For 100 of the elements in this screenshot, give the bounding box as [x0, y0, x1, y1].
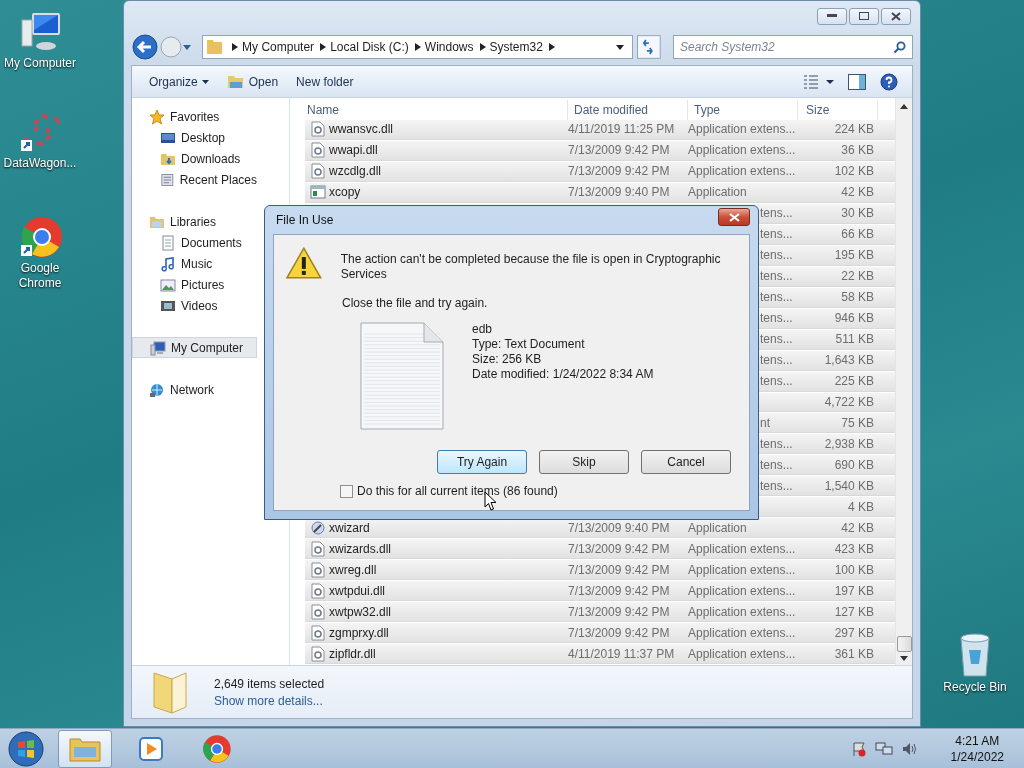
- file-row[interactable]: wwapi.dll 7/13/2009 9:42 PM Application extens... 36 KB: [305, 140, 895, 161]
- chevron-icon[interactable]: [232, 43, 239, 51]
- file-row[interactable]: wzcdlg.dll 7/13/2009 9:42 PM Application extens... 102 KB: [305, 161, 895, 182]
- breadcrumb[interactable]: Local Disk (C:): [326, 40, 415, 54]
- minimize-button[interactable]: [817, 7, 847, 25]
- start-button[interactable]: [6, 729, 46, 768]
- column-header[interactable]: Size: [798, 100, 878, 120]
- file-row[interactable]: xwreg.dll 7/13/2009 9:42 PM Application extens... 100 KB: [305, 560, 895, 581]
- maximize-icon: [859, 12, 869, 20]
- nav-item[interactable]: My Computer: [132, 337, 257, 358]
- size-cell-text: 100 KB: [833, 562, 875, 577]
- preview-pane-icon[interactable]: [848, 73, 866, 90]
- type-cell-text: Application extens...: [688, 122, 797, 137]
- nav-item[interactable]: Network: [132, 379, 257, 400]
- date-cell-text: 7/13/2009 9:42 PM: [568, 562, 671, 577]
- caret-icon[interactable]: [616, 44, 625, 50]
- media-player-icon: [137, 734, 165, 763]
- back-button[interactable]: [131, 33, 159, 61]
- document-icon: [160, 234, 176, 251]
- toolbar-button[interactable]: Open: [219, 69, 286, 94]
- type-cell-text: Application extens...: [688, 164, 797, 179]
- size-cell-text: 423 KB: [833, 541, 875, 556]
- chevron-icon[interactable]: [414, 43, 421, 51]
- clock-time[interactable]: 4:21 AM: [955, 732, 1000, 749]
- dialog-button[interactable]: Skip: [539, 450, 629, 474]
- file-row[interactable]: xwtpdui.dll 7/13/2009 9:42 PM Application extens... 197 KB: [305, 581, 895, 602]
- desktop-icon-label[interactable]: My Computer: [4, 56, 76, 71]
- nav-item[interactable]: Videos: [132, 295, 257, 316]
- scrollbar[interactable]: [895, 98, 912, 665]
- type-cell-text: Application extens...: [688, 562, 797, 577]
- file-name: wwansvc.dll: [329, 122, 394, 137]
- file-row[interactable]: zgmprxy.dll 7/13/2009 9:42 PM Application extens... 297 KB: [305, 623, 895, 644]
- text-document-icon: [360, 322, 444, 430]
- nav-item[interactable]: Pictures: [132, 274, 257, 295]
- flag-icon[interactable]: [850, 740, 867, 757]
- size-cell-text: 225 KB: [833, 374, 875, 388]
- close-button[interactable]: [881, 7, 911, 25]
- chevron-icon[interactable]: [548, 43, 555, 51]
- toolbar-button[interactable]: Organize: [142, 69, 216, 94]
- size-cell-text: 1,643 KB: [823, 353, 875, 368]
- nav-item[interactable]: Desktop: [132, 127, 257, 148]
- gear-file-icon: [310, 561, 326, 578]
- desktop-icon-label[interactable]: Google Chrome: [0, 261, 80, 291]
- nav-item[interactable]: Recent Places: [132, 169, 257, 190]
- size-cell-text: 66 KB: [840, 227, 875, 242]
- checkbox-label[interactable]: Do this for all current items (86 found): [357, 484, 558, 498]
- file-property: Date modified: 1/24/2022 8:34 AM: [472, 367, 654, 382]
- column-header[interactable]: Name: [305, 100, 568, 120]
- gear-file-icon: [310, 121, 326, 138]
- network-icon[interactable]: [874, 740, 893, 757]
- scroll-down-icon[interactable]: [900, 656, 908, 661]
- scroll-up-icon[interactable]: [900, 104, 908, 109]
- network-icon: [149, 381, 165, 398]
- size-cell-text: 22 KB: [840, 269, 875, 284]
- desktop-icon-label[interactable]: DataWagon...: [3, 156, 77, 171]
- file-row[interactable]: zipfldr.dll 4/11/2019 11:37 PM Application extens... 361 KB: [305, 644, 895, 665]
- maximize-button[interactable]: [849, 7, 879, 25]
- file-row[interactable]: xwtpw32.dll 7/13/2009 9:42 PM Application extens... 127 KB: [305, 602, 895, 623]
- search-field[interactable]: Search System32: [673, 35, 913, 59]
- nav-item[interactable]: Downloads: [132, 148, 257, 169]
- caret-icon: [201, 79, 209, 84]
- refresh-button[interactable]: [637, 35, 661, 59]
- close-button[interactable]: [718, 208, 750, 226]
- size-cell-text: 197 KB: [833, 583, 875, 598]
- desktop-icon-label[interactable]: Recycle Bin: [943, 680, 1007, 695]
- column-header[interactable]: Type: [688, 100, 798, 120]
- taskbar-button[interactable]: [58, 729, 112, 768]
- breadcrumb[interactable]: System32: [485, 40, 549, 54]
- file-row[interactable]: xwizard 7/13/2009 9:40 PM Application 42 KB: [305, 518, 895, 539]
- checkbox[interactable]: [340, 484, 353, 498]
- chevron-icon[interactable]: [320, 43, 327, 51]
- chevron-icon[interactable]: [479, 43, 486, 51]
- nav-item[interactable]: Music: [132, 253, 257, 274]
- music-note-icon: [160, 255, 176, 272]
- file-name: xwizards.dll: [329, 541, 391, 556]
- help-icon[interactable]: [880, 72, 898, 91]
- view-options-icon[interactable]: [804, 74, 834, 89]
- close-icon: [891, 11, 901, 21]
- clock-date[interactable]: 1/24/2022: [950, 748, 1004, 765]
- address-bar[interactable]: My Computer Local Disk (C:) Windows System32: [202, 35, 634, 59]
- close-icon: [728, 212, 740, 222]
- scroll-thumb[interactable]: [896, 636, 912, 652]
- toolbar-button[interactable]: New folder: [289, 69, 361, 94]
- file-row[interactable]: wwansvc.dll 4/11/2019 11:25 PM Application extens... 224 KB: [305, 119, 895, 140]
- type-cell: tens...: [760, 269, 793, 284]
- show-details-link[interactable]: Show more details...: [214, 693, 325, 708]
- star-icon: [149, 108, 165, 125]
- dialog-button[interactable]: Try Again: [437, 450, 527, 474]
- nav-item[interactable]: Libraries: [132, 211, 257, 232]
- dialog-button[interactable]: Cancel: [641, 450, 731, 474]
- date-cell-text: 7/13/2009 9:42 PM: [568, 604, 671, 619]
- breadcrumb[interactable]: My Computer: [238, 40, 321, 54]
- file-name: edb: [472, 322, 494, 337]
- file-row[interactable]: xcopy 7/13/2009 9:40 PM Application 42 KB: [305, 182, 895, 203]
- nav-item[interactable]: Favorites: [132, 106, 257, 127]
- file-row[interactable]: xwizards.dll 7/13/2009 9:42 PM Application extens... 423 KB: [305, 539, 895, 560]
- nav-item[interactable]: Documents: [132, 232, 257, 253]
- file-name: xwreg.dll: [329, 562, 377, 577]
- column-header[interactable]: Date modified: [568, 100, 688, 120]
- breadcrumb[interactable]: Windows: [420, 40, 480, 54]
